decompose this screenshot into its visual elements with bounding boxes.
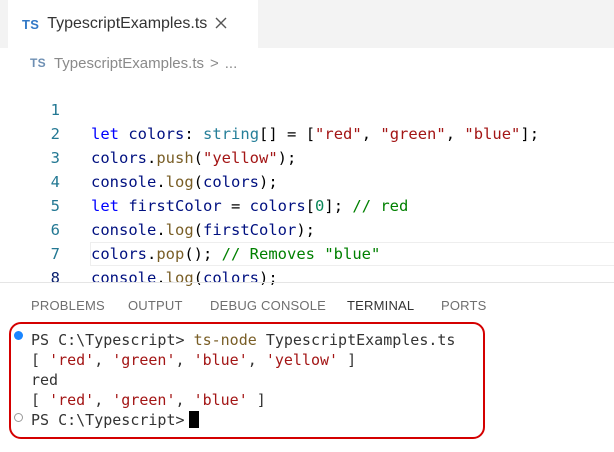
editor-tab-bar: TS TypescriptExamples.ts	[0, 0, 614, 48]
code-editor[interactable]: 1 let colors: string[] = ["red", "green"…	[0, 74, 614, 287]
code-line[interactable]: 1 let colors: string[] = ["red", "green"…	[0, 74, 614, 143]
editor-tab-typescript-examples[interactable]: TS TypescriptExamples.ts	[8, 0, 258, 48]
tab-problems[interactable]: PROBLEMS	[31, 298, 105, 313]
code-line[interactable]: 3 console.log(colors);	[0, 122, 614, 191]
breadcrumb-file[interactable]: TypescriptExamples.ts	[54, 55, 204, 72]
line-number: 8	[50, 269, 60, 287]
code-line[interactable]: 4 let firstColor = colors[0]; // red	[0, 146, 614, 215]
code-line[interactable]: 2 colors.push("yellow");	[0, 98, 614, 167]
tab-output[interactable]: OUTPUT	[128, 298, 183, 313]
code-text: console.log(colors);	[91, 269, 278, 287]
terminal-output[interactable]: PS C:\Typescript> ts-node TypescriptExam…	[0, 326, 614, 446]
code-line-current[interactable]: 8	[0, 242, 614, 287]
typescript-file-icon: TS	[30, 56, 46, 70]
panel-tab-bar: PROBLEMS OUTPUT DEBUG CONSOLE TERMINAL P…	[0, 294, 614, 318]
terminal-line: red	[31, 371, 59, 389]
terminal-line: PS C:\Typescript> ts-node TypescriptExam…	[31, 331, 456, 349]
tab-debug-console[interactable]: DEBUG CONSOLE	[210, 298, 326, 313]
terminal-prompt-line[interactable]: PS C:\Typescript>	[31, 410, 199, 430]
code-line[interactable]: 6 colors.pop(); // Removes "blue"	[0, 194, 614, 263]
terminal-line: [ 'red', 'green', 'blue', 'yellow' ]	[31, 351, 357, 369]
breadcrumb-more[interactable]: ...	[225, 55, 238, 72]
code-line[interactable]: 5 console.log(firstColor);	[0, 170, 614, 239]
terminal-cursor	[188, 411, 199, 428]
panel-divider	[0, 282, 614, 283]
typescript-file-icon: TS	[22, 16, 40, 32]
breadcrumb: TS TypescriptExamples.ts > ...	[8, 52, 237, 74]
close-icon[interactable]	[213, 15, 229, 31]
tab-terminal[interactable]: TERMINAL	[347, 298, 414, 313]
tab-label: TypescriptExamples.ts	[47, 15, 208, 32]
code-line[interactable]: 7 console.log(colors);	[0, 218, 614, 287]
tab-ports[interactable]: PORTS	[441, 298, 487, 313]
breadcrumb-separator: >	[210, 54, 219, 72]
terminal-line: [ 'red', 'green', 'blue' ]	[31, 391, 266, 409]
